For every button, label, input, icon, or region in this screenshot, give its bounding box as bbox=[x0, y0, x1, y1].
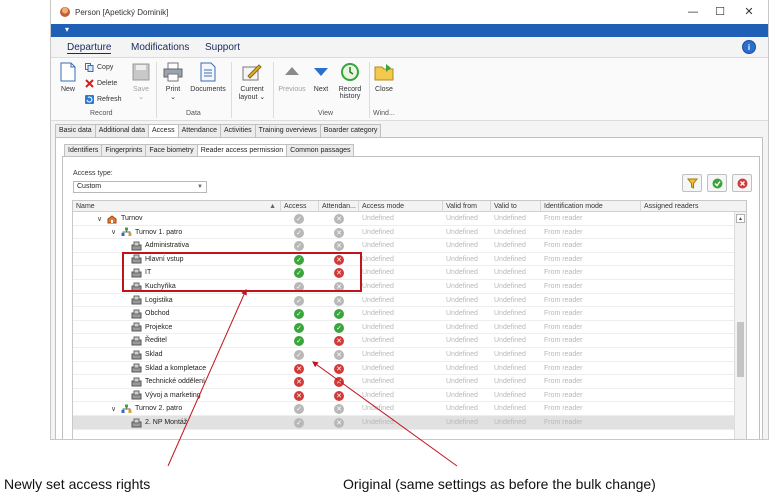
arrow-to-new-rights bbox=[167, 288, 247, 467]
annotation-arrows bbox=[167, 288, 458, 467]
caption-original: Original (same settings as before the bu… bbox=[343, 476, 656, 492]
arrow-to-original bbox=[312, 361, 458, 467]
caption-new-rights: Newly set access rights bbox=[4, 476, 151, 492]
